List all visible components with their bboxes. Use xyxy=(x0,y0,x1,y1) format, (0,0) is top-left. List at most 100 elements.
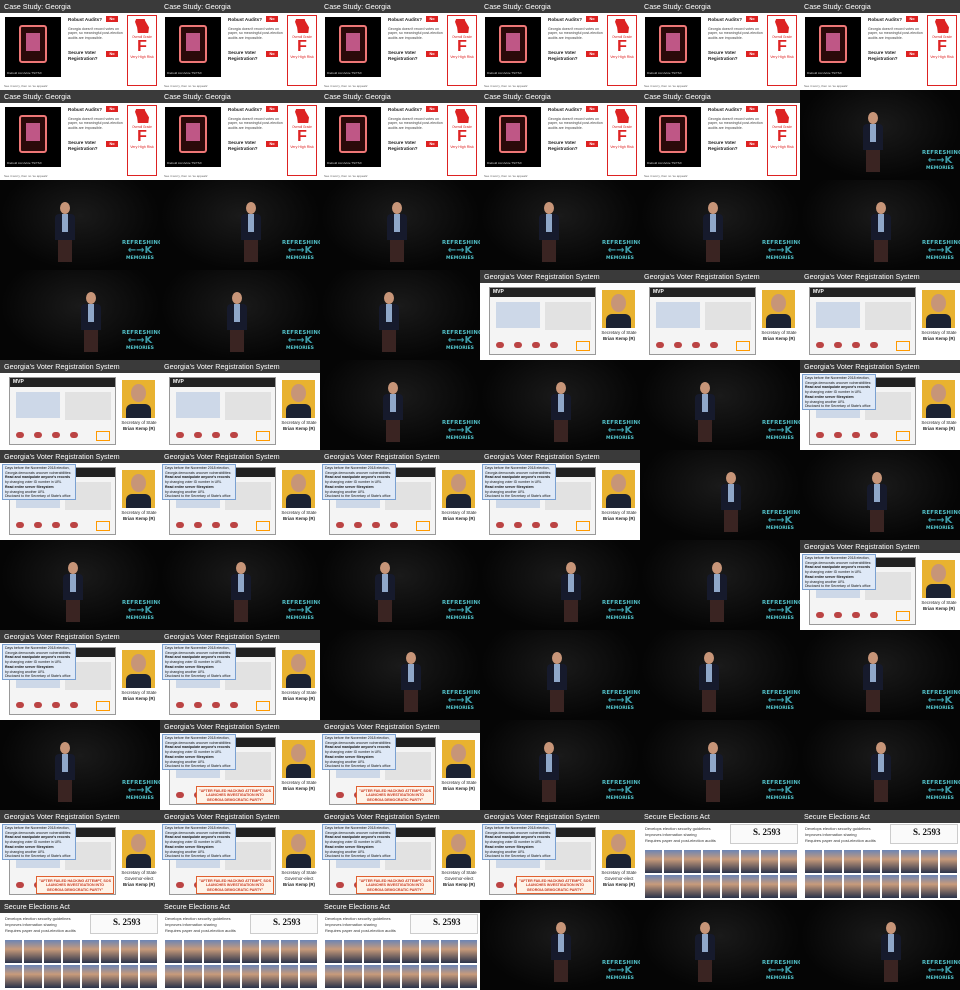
speaker-frame[interactable]: REFRESHING ←→K MEMORIES xyxy=(160,540,320,630)
slide-voter-registration[interactable]: Georgia's Voter Registration System MVP … xyxy=(0,450,160,540)
speaker-figure xyxy=(694,922,716,982)
speaker-frame[interactable]: REFRESHING ←→K MEMORIES xyxy=(480,720,640,810)
question-audits: Robust Audits? xyxy=(388,107,423,112)
no-badge: No xyxy=(906,51,918,57)
speaker-frame[interactable]: REFRESHING ←→K MEMORIES xyxy=(800,180,960,270)
voting-machine-image: Diebold AccuVote TS/TSX xyxy=(165,17,221,77)
refreshing-memories-logo: REFRESHING ←→K MEMORIES xyxy=(762,420,800,441)
speaker-frame[interactable]: REFRESHING ←→K MEMORIES xyxy=(800,900,960,990)
slide-case-study-georgia[interactable]: Case Study: Georgia Diebold AccuVote TS/… xyxy=(320,0,480,90)
slide-voter-registration[interactable]: Georgia's Voter Registration System MVP … xyxy=(480,270,640,360)
slide-case-study-georgia[interactable]: Case Study: Georgia Diebold AccuVote TS/… xyxy=(480,90,640,180)
speaker-frame[interactable]: REFRESHING ←→K MEMORIES xyxy=(0,540,160,630)
slide-case-study-georgia[interactable]: Case Study: Georgia Diebold AccuVote TS/… xyxy=(0,90,160,180)
georgia-state-icon xyxy=(135,19,149,33)
refreshing-memories-logo: REFRESHING ←→K MEMORIES xyxy=(602,780,640,801)
slide-voter-registration[interactable]: Georgia's Voter Registration System MVP … xyxy=(0,810,160,900)
slide-voter-registration[interactable]: Georgia's Voter Registration System MVP … xyxy=(800,360,960,450)
slide-voter-registration[interactable]: Georgia's Voter Registration System MVP … xyxy=(800,270,960,360)
speaker-frame[interactable]: REFRESHING ←→K MEMORIES xyxy=(480,540,640,630)
speaker-frame[interactable]: REFRESHING ←→K MEMORIES xyxy=(640,630,800,720)
question-audits: Robust Audits? xyxy=(68,17,103,22)
vulnerability-box: Days before the November 2018 election, … xyxy=(482,464,556,500)
slide-voter-registration[interactable]: Georgia's Voter Registration System MVP … xyxy=(320,720,480,810)
no-badge: No xyxy=(426,141,438,147)
speaker-frame[interactable]: REFRESHING ←→K MEMORIES xyxy=(480,180,640,270)
portrait-caption-name: Brian Kemp (R) xyxy=(443,786,475,791)
slide-voter-registration[interactable]: Georgia's Voter Registration System MVP … xyxy=(320,810,480,900)
speaker-frame[interactable]: REFRESHING ←→K MEMORIES xyxy=(320,180,480,270)
speaker-frame[interactable]: REFRESHING ←→K MEMORIES xyxy=(800,720,960,810)
portrait-caption-name: Brian Kemp (R) xyxy=(443,516,475,521)
speaker-frame[interactable]: REFRESHING ←→K MEMORIES xyxy=(640,540,800,630)
slide-secure-elections-act[interactable]: Secure Elections Act Develops election se… xyxy=(160,900,320,990)
slide-voter-registration[interactable]: Georgia's Voter Registration System MVP … xyxy=(160,720,320,810)
slide-case-study-georgia[interactable]: Case Study: Georgia Diebold AccuVote TS/… xyxy=(800,0,960,90)
georgia-state-icon xyxy=(775,109,789,123)
speaker-frame[interactable]: REFRESHING ←→K MEMORIES xyxy=(640,900,800,990)
speaker-frame[interactable]: REFRESHING ←→K MEMORIES xyxy=(0,270,160,360)
slide-secure-elections-act[interactable]: Secure Elections Act Develops election se… xyxy=(0,900,160,990)
slide-voter-registration[interactable]: Georgia's Voter Registration System MVP … xyxy=(640,270,800,360)
slide-secure-elections-act[interactable]: Secure Elections Act Develops election se… xyxy=(800,810,960,900)
vulnerability-box: Days before the November 2018 election, … xyxy=(2,644,76,680)
speaker-frame[interactable]: REFRESHING ←→K MEMORIES xyxy=(320,630,480,720)
risk-label: Very High Risk xyxy=(290,145,314,149)
slide-voter-registration[interactable]: Georgia's Voter Registration System MVP … xyxy=(160,360,320,450)
speaker-frame[interactable]: REFRESHING ←→K MEMORIES xyxy=(160,180,320,270)
slide-case-study-georgia[interactable]: Case Study: Georgia Diebold AccuVote TS/… xyxy=(320,90,480,180)
slide-secure-elections-act[interactable]: Secure Elections Act Develops election se… xyxy=(320,900,480,990)
slide-case-study-georgia[interactable]: Case Study: Georgia Diebold AccuVote TS/… xyxy=(640,0,800,90)
speaker-frame[interactable]: REFRESHING ←→K MEMORIES xyxy=(480,360,640,450)
speaker-frame[interactable]: REFRESHING ←→K MEMORIES xyxy=(480,630,640,720)
slide-voter-registration[interactable]: Georgia's Voter Registration System MVP … xyxy=(480,450,640,540)
speaker-frame[interactable]: REFRESHING ←→K MEMORIES xyxy=(800,630,960,720)
speaker-frame[interactable]: REFRESHING ←→K MEMORIES xyxy=(800,90,960,180)
risk-label: Very High Risk xyxy=(610,145,634,149)
slide-case-study-georgia[interactable]: Case Study: Georgia Diebold AccuVote TS/… xyxy=(160,90,320,180)
slide-voter-registration[interactable]: Georgia's Voter Registration System MVP … xyxy=(160,630,320,720)
slide-voter-registration[interactable]: Georgia's Voter Registration System MVP … xyxy=(480,810,640,900)
portrait-caption-name: Brian Kemp (R) xyxy=(123,696,155,701)
slide-voter-registration[interactable]: Georgia's Voter Registration System MVP … xyxy=(160,810,320,900)
grade-letter: F xyxy=(617,38,627,55)
speaker-frame[interactable]: REFRESHING ←→K MEMORIES xyxy=(320,270,480,360)
question-registration: Secure Voter Registration? xyxy=(708,50,738,61)
refreshing-memories-logo: REFRESHING ←→K MEMORIES xyxy=(922,960,960,981)
slide-secure-elections-act[interactable]: Secure Elections Act Develops election se… xyxy=(640,810,800,900)
speaker-frame[interactable]: REFRESHING ←→K MEMORIES xyxy=(640,360,800,450)
speaker-frame[interactable]: REFRESHING ←→K MEMORIES xyxy=(320,540,480,630)
slide-title: Georgia's Voter Registration System xyxy=(320,720,480,733)
portrait-caption-role: Secretary of State xyxy=(121,420,157,425)
slide-voter-registration[interactable]: Georgia's Voter Registration System MVP … xyxy=(0,360,160,450)
slide-case-study-georgia[interactable]: Case Study: Georgia Diebold AccuVote TS/… xyxy=(160,0,320,90)
speaker-frame[interactable]: REFRESHING ←→K MEMORIES xyxy=(0,720,160,810)
bottom-note: See it worry, then no 'se appeals' xyxy=(484,84,528,88)
speaker-frame[interactable]: REFRESHING ←→K MEMORIES xyxy=(640,450,800,540)
slide-voter-registration[interactable]: Georgia's Voter Registration System MVP … xyxy=(0,630,160,720)
speaker-frame[interactable]: REFRESHING ←→K MEMORIES xyxy=(800,450,960,540)
refreshing-memories-logo: REFRESHING ←→K MEMORIES xyxy=(602,960,640,981)
slide-case-study-georgia[interactable]: Case Study: Georgia Diebold AccuVote TS/… xyxy=(480,0,640,90)
speaker-figure xyxy=(54,202,76,262)
no-badge: No xyxy=(266,106,278,112)
slide-case-study-georgia[interactable]: Case Study: Georgia Diebold AccuVote TS/… xyxy=(640,90,800,180)
risk-label: Very High Risk xyxy=(770,145,794,149)
portrait-caption-role: Secretary of State xyxy=(601,510,637,515)
question-registration: Secure Voter Registration? xyxy=(548,140,578,151)
speaker-figure xyxy=(550,922,572,982)
speaker-frame[interactable]: REFRESHING ←→K MEMORIES xyxy=(640,720,800,810)
slide-voter-registration[interactable]: Georgia's Voter Registration System MVP … xyxy=(320,450,480,540)
speaker-frame[interactable]: REFRESHING ←→K MEMORIES xyxy=(320,360,480,450)
slide-voter-registration[interactable]: Georgia's Voter Registration System MVP … xyxy=(800,540,960,630)
slide-title: Secure Elections Act xyxy=(640,810,800,823)
bottom-note: See it worry, then no 'se appeals' xyxy=(804,84,848,88)
speaker-frame[interactable]: REFRESHING ←→K MEMORIES xyxy=(480,900,640,990)
portrait-caption-role: Secretary of State xyxy=(281,870,317,875)
slide-title: Georgia's Voter Registration System xyxy=(160,360,320,373)
speaker-frame[interactable]: REFRESHING ←→K MEMORIES xyxy=(640,180,800,270)
speaker-frame[interactable]: REFRESHING ←→K MEMORIES xyxy=(0,180,160,270)
slide-case-study-georgia[interactable]: Case Study: Georgia Diebold AccuVote TS/… xyxy=(0,0,160,90)
speaker-frame[interactable]: REFRESHING ←→K MEMORIES xyxy=(160,270,320,360)
slide-voter-registration[interactable]: Georgia's Voter Registration System MVP … xyxy=(160,450,320,540)
